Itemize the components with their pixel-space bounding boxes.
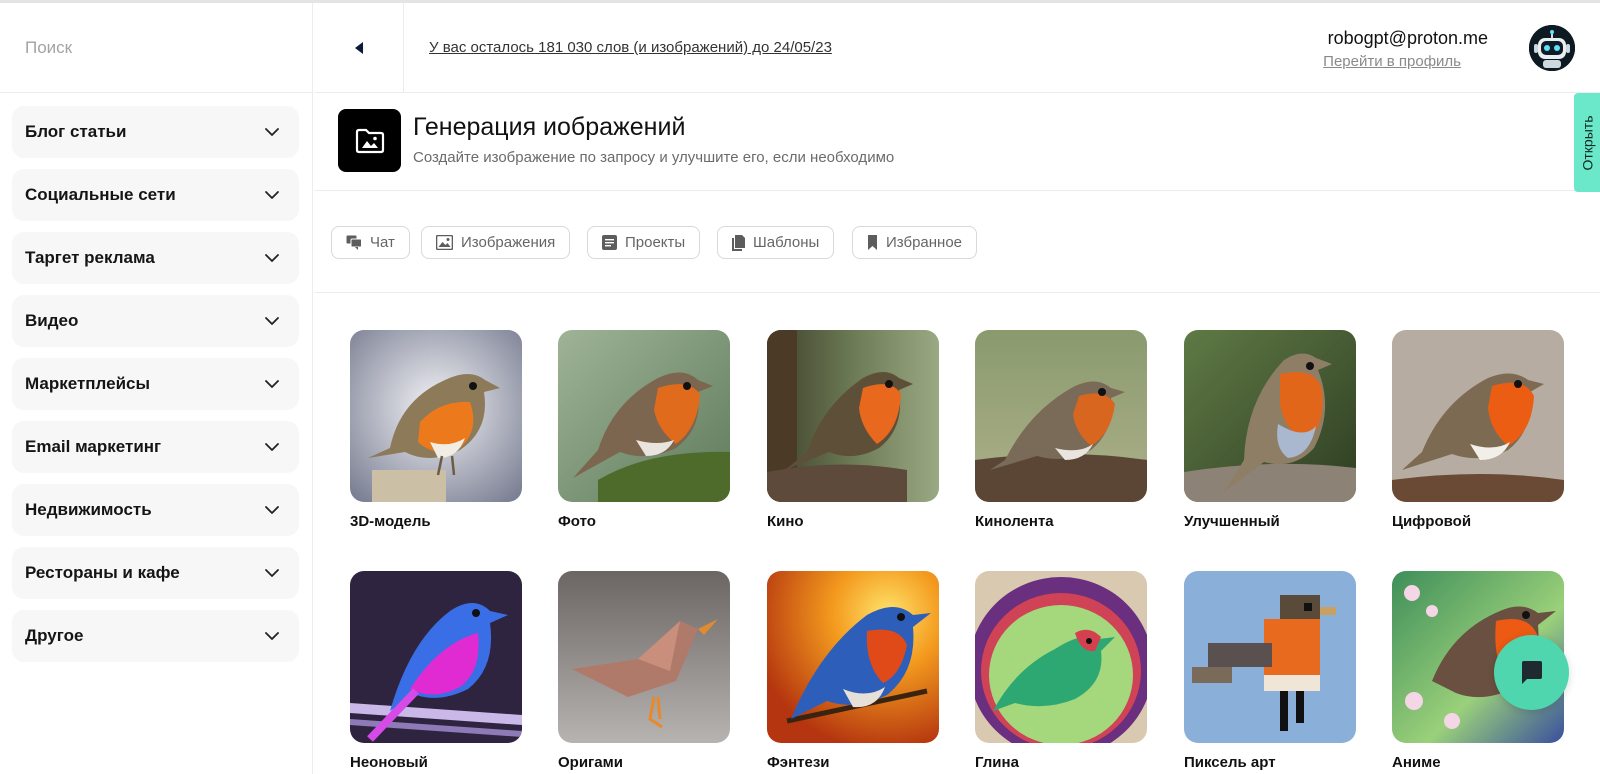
open-panel-tab[interactable]: Открыть <box>1574 93 1600 192</box>
style-label: Кинолента <box>975 513 1054 530</box>
chevron-down-icon <box>265 506 279 514</box>
style-label: Неоновый <box>350 754 428 771</box>
sidebar-item-label: Социальные сети <box>25 185 176 204</box>
robin-3d-thumbnail <box>350 330 522 502</box>
profile-link[interactable]: Перейти в профиль <box>1323 53 1461 70</box>
tab-templates[interactable]: Шаблоны <box>717 226 835 259</box>
search-box <box>0 3 312 93</box>
chevron-down-icon <box>265 128 279 136</box>
style-card-neon[interactable]: Неоновый <box>350 571 522 771</box>
chevron-down-icon <box>265 569 279 577</box>
sidebar-item-real-estate[interactable]: Недвижимость <box>12 484 299 536</box>
open-panel-label: Открыть <box>1579 115 1596 170</box>
sidebar-item-label: Рестораны и кафе <box>25 563 180 582</box>
file-icon <box>732 234 745 251</box>
style-card-3d[interactable]: 3D-модель <box>350 330 522 530</box>
style-label: Оригами <box>558 754 623 771</box>
style-card-origami[interactable]: Оригами <box>558 571 730 771</box>
user-email: robogpt@proton.me <box>1327 28 1488 48</box>
sidebar-item-target-ads[interactable]: Таргет реклама <box>12 232 299 284</box>
tab-label: Шаблоны <box>753 234 820 251</box>
robin-neon-thumbnail <box>350 571 522 743</box>
robin-fantasy-thumbnail <box>767 571 939 743</box>
style-label: Фото <box>558 513 596 530</box>
bookmark-icon <box>868 235 877 250</box>
sidebar-item-marketplaces[interactable]: Маркетплейсы <box>12 358 299 410</box>
section-tabs: Чат Изображения Проекты Шаблоны Избранно… <box>314 192 1600 293</box>
sidebar-item-label: Маркетплейсы <box>25 374 150 393</box>
style-label: Кино <box>767 513 804 530</box>
page-header: Генерация иображений Создайте изображени… <box>314 93 1600 191</box>
sidebar-item-social[interactable]: Социальные сети <box>12 169 299 221</box>
document-icon <box>602 235 617 250</box>
style-card-digital[interactable]: Цифровой <box>1392 330 1564 530</box>
tab-label: Избранное <box>886 234 963 251</box>
style-card-clay[interactable]: Глина <box>975 571 1147 771</box>
sidebar-item-blog[interactable]: Блог статьи <box>12 106 299 158</box>
sidebar-item-video[interactable]: Видео <box>12 295 299 347</box>
chevron-down-icon <box>265 317 279 325</box>
chevron-down-icon <box>265 443 279 451</box>
chevron-down-icon <box>265 380 279 388</box>
tab-label: Проекты <box>625 234 686 251</box>
robin-pixel-art-thumbnail <box>1184 571 1356 743</box>
robin-film-thumbnail <box>975 330 1147 502</box>
style-label: Аниме <box>1392 754 1441 771</box>
chevron-down-icon <box>265 254 279 262</box>
top-header: У вас осталось 181 030 слов (и изображен… <box>314 3 1600 93</box>
collapse-sidebar-button[interactable] <box>314 3 404 93</box>
chat-bubble-icon <box>1521 660 1542 684</box>
style-label: Глина <box>975 754 1019 771</box>
chevron-down-icon <box>265 632 279 640</box>
chat-fab-button[interactable] <box>1494 635 1569 710</box>
page-title: Генерация иображений <box>413 113 686 141</box>
robin-digital-thumbnail <box>1392 330 1564 502</box>
tab-projects[interactable]: Проекты <box>587 226 701 259</box>
robin-cinema-thumbnail <box>767 330 939 502</box>
robin-origami-thumbnail <box>558 571 730 743</box>
sidebar-item-email-marketing[interactable]: Email маркетинг <box>12 421 299 473</box>
chat-icon <box>346 235 362 250</box>
tab-images[interactable]: Изображения <box>421 226 571 259</box>
style-card-pixel-art[interactable]: Пиксель арт <box>1184 571 1356 771</box>
tab-label: Изображения <box>461 234 556 251</box>
style-card-film[interactable]: Кинолента <box>975 330 1147 530</box>
style-label: Улучшенный <box>1184 513 1280 530</box>
avatar[interactable] <box>1529 25 1575 71</box>
tab-favorites[interactable]: Избранное <box>852 226 978 259</box>
chevron-down-icon <box>265 191 279 199</box>
tab-label: Чат <box>370 234 395 251</box>
sidebar-item-label: Блог статьи <box>25 122 127 141</box>
sidebar-item-label: Таргет реклама <box>25 248 155 267</box>
sidebar-item-label: Email маркетинг <box>25 437 162 456</box>
category-menu: Блог статьи Социальные сети Таргет рекла… <box>0 93 312 662</box>
quota-link[interactable]: У вас осталось 181 030 слов (и изображен… <box>429 39 832 56</box>
tab-chat[interactable]: Чат <box>331 226 410 259</box>
sidebar-item-label: Другое <box>25 626 84 645</box>
search-input[interactable] <box>25 37 285 58</box>
style-card-enhanced[interactable]: Улучшенный <box>1184 330 1356 530</box>
style-label: 3D-модель <box>350 513 431 530</box>
sidebar-item-label: Недвижимость <box>25 500 152 519</box>
style-label: Цифровой <box>1392 513 1472 530</box>
robin-enhanced-thumbnail <box>1184 330 1356 502</box>
image-folder-icon <box>338 109 401 172</box>
style-card-photo[interactable]: Фото <box>558 330 730 530</box>
style-label: Пиксель арт <box>1184 754 1276 771</box>
sidebar-item-label: Видео <box>25 311 79 330</box>
style-card-cinema[interactable]: Кино <box>767 330 939 530</box>
robot-avatar-icon <box>1529 25 1575 71</box>
sidebar-item-other[interactable]: Другое <box>12 610 299 662</box>
robin-clay-thumbnail <box>975 571 1147 743</box>
image-icon <box>436 235 453 250</box>
sidebar: Блог статьи Социальные сети Таргет рекла… <box>0 3 313 774</box>
style-card-fantasy[interactable]: Фэнтези <box>767 571 939 771</box>
page-subtitle: Создайте изображение по запросу и улучши… <box>413 149 895 166</box>
caret-left-icon <box>354 42 363 54</box>
style-label: Фэнтези <box>767 754 830 771</box>
robin-photo-thumbnail <box>558 330 730 502</box>
sidebar-item-restaurants[interactable]: Рестораны и кафе <box>12 547 299 599</box>
